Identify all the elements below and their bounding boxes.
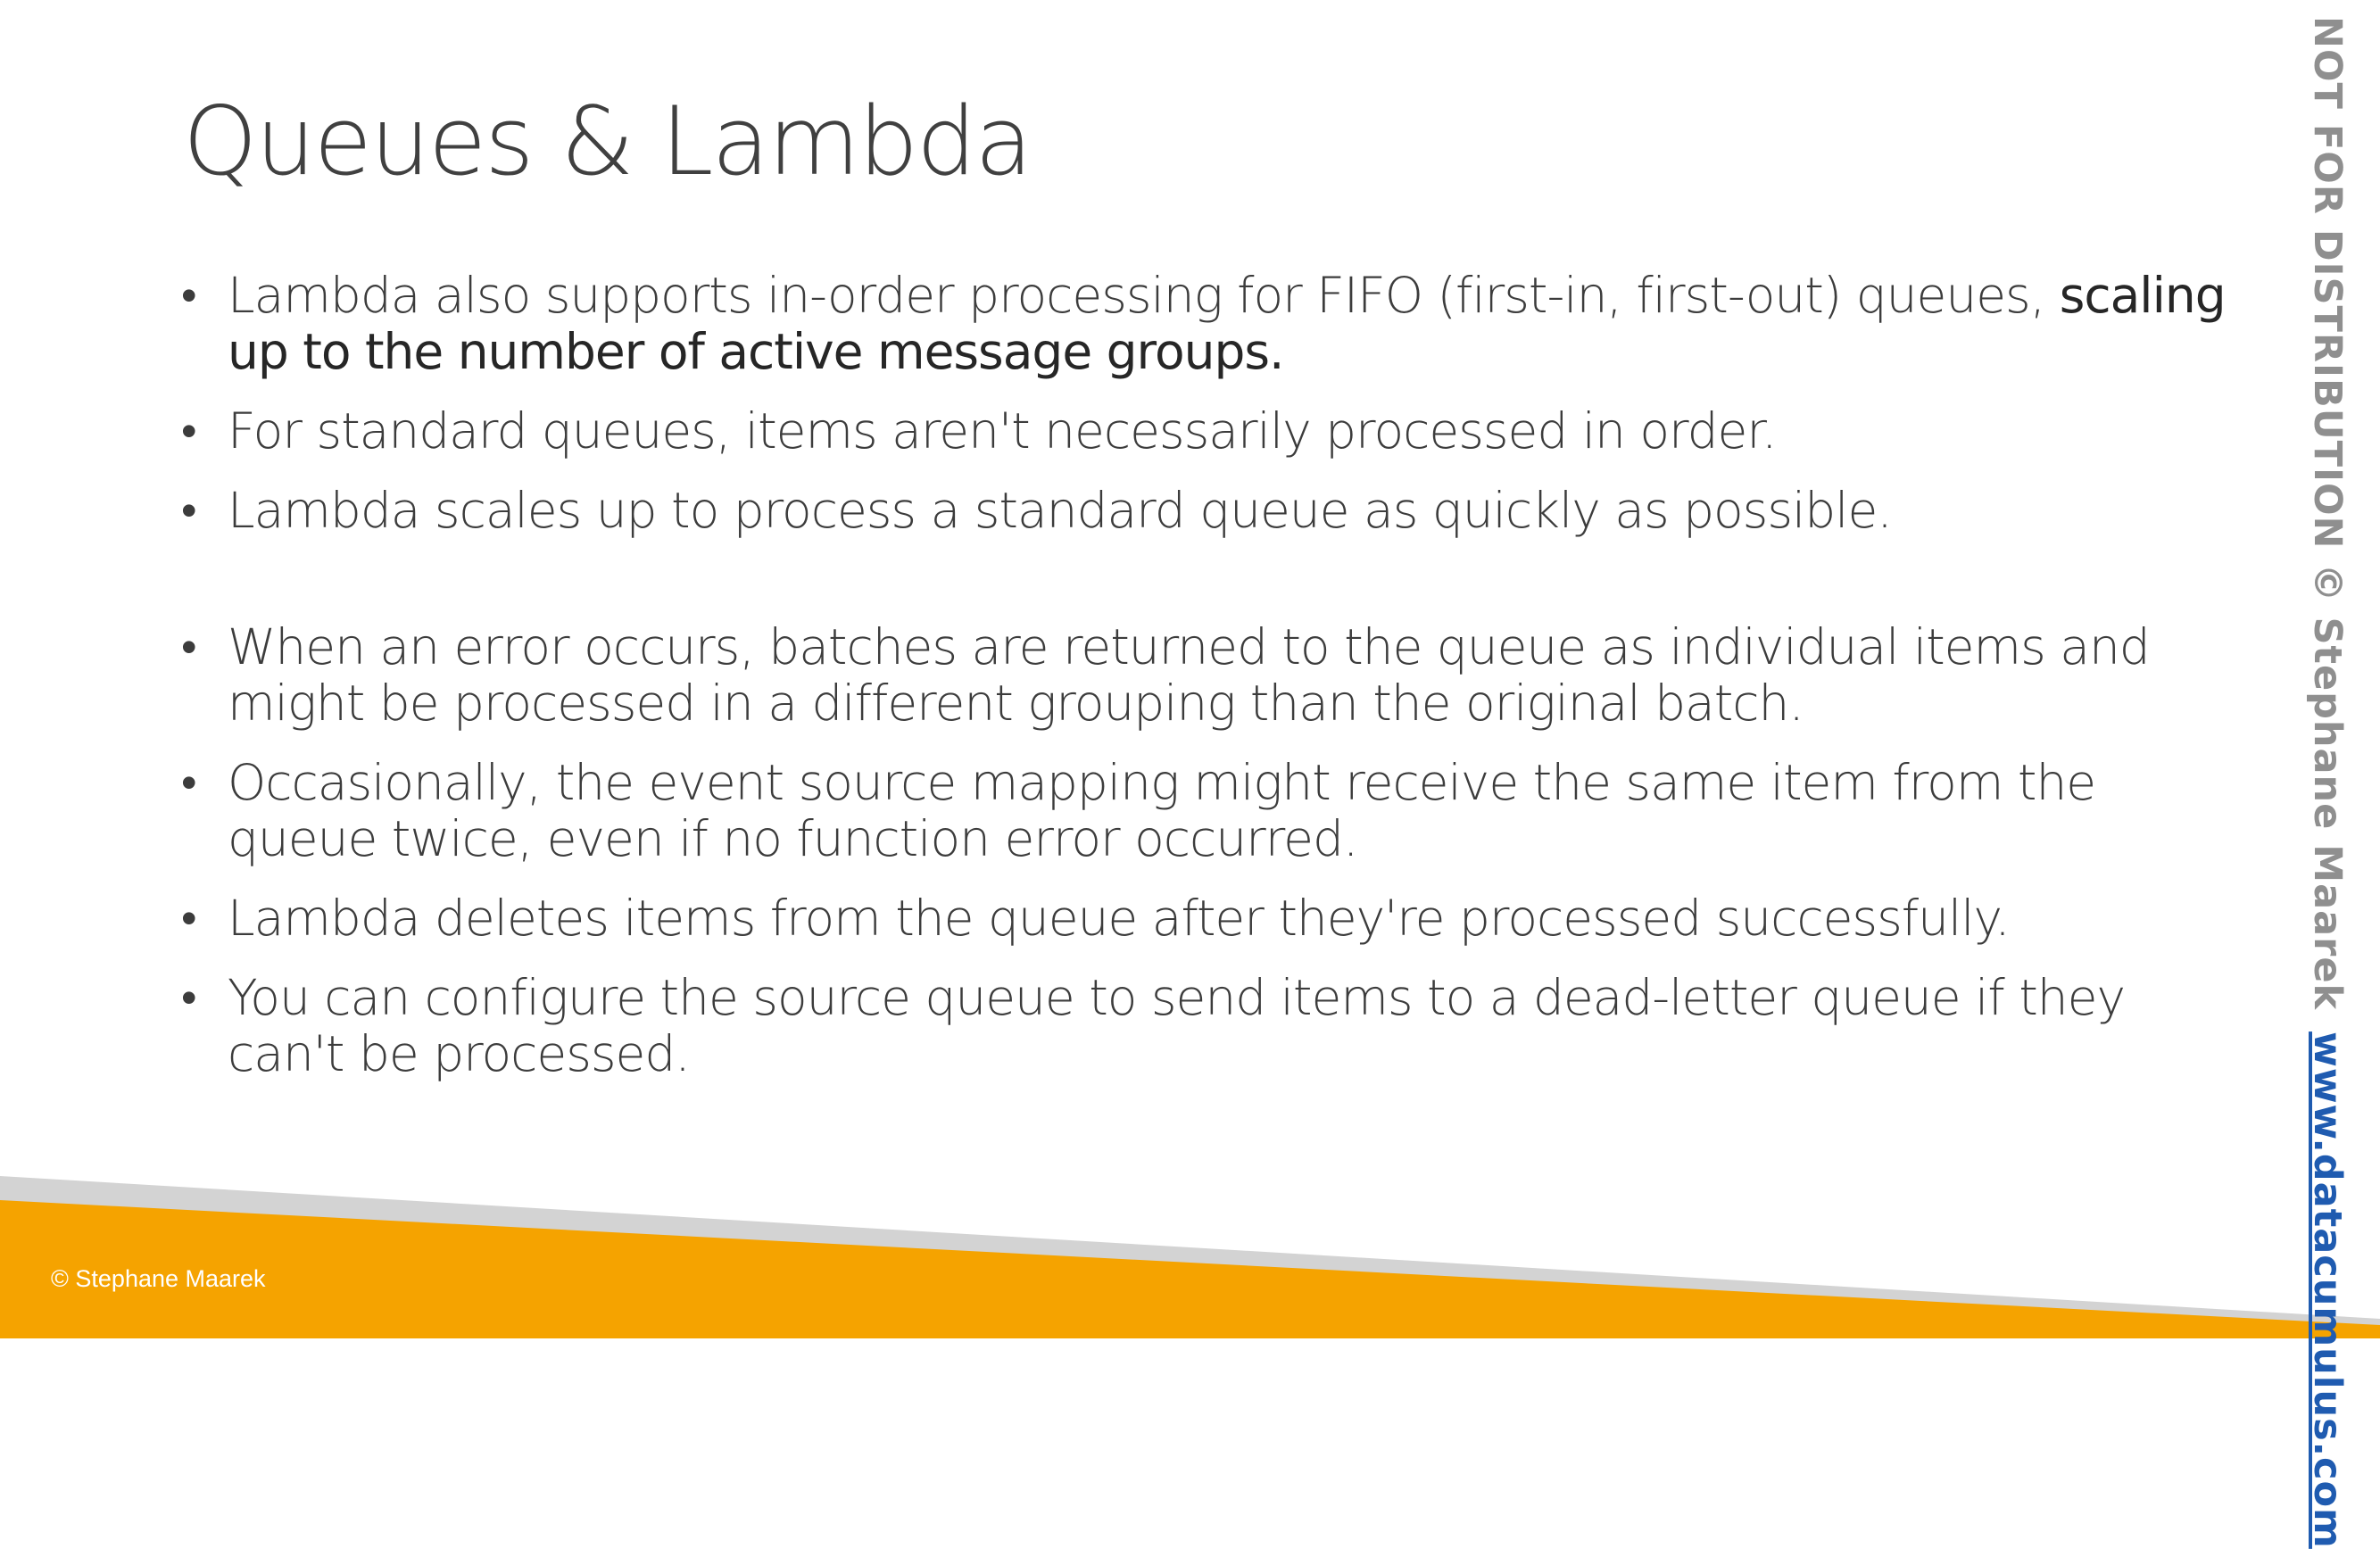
bullet-dot: • [181,269,196,321]
bullet-item: • Lambda deletes items from the queue af… [174,890,2227,947]
watermark-text: NOT FOR DISTRIBUTION © Stephane Maarek [2305,16,2350,1011]
bullet-text: Lambda deletes items from the queue afte… [228,890,2011,947]
slide-title: Queues & Lambda [183,87,1032,196]
footer-gray-stripe [0,1176,2380,1338]
bullet-dot: • [181,485,196,536]
bullet-item: • Lambda scales up to process a standard… [174,483,2227,539]
bullet-item: • For standard queues, items aren't nece… [174,403,2227,460]
bullet-text: For standard queues, items aren't necess… [228,402,1777,460]
bullet-list: • Lambda also supports in-order processi… [174,268,2227,1106]
bullet-text: When an error occurs, batches are return… [228,618,2151,732]
bullet-dot: • [181,892,196,944]
watermark-link[interactable]: www.datacumulus.com [2305,1031,2350,1549]
bullet-text: You can configure the source queue to se… [228,969,2126,1082]
bullet-dot: • [181,621,196,673]
bullet-text: Occasionally, the event source mapping m… [228,754,2096,867]
footer-orange-band [0,1200,2380,1338]
watermark-vertical: NOT FOR DISTRIBUTION © Stephane Maarek ww… [2305,16,2350,1549]
bullet-text: Lambda scales up to process a standard q… [228,482,1893,539]
bullet-text: Lambda also supports in-order processing… [228,267,2060,324]
bullet-item: • When an error occurs, batches are retu… [174,619,2227,732]
bullet-item: • Lambda also supports in-order processi… [174,268,2227,380]
bullet-item: • Occasionally, the event source mapping… [174,755,2227,867]
bullet-item: • You can configure the source queue to … [174,970,2227,1082]
footer-copyright: © Stephane Maarek [51,1265,266,1292]
bullet-dot: • [181,972,196,1023]
bullet-dot: • [181,757,196,808]
bullet-dot: • [181,405,196,457]
